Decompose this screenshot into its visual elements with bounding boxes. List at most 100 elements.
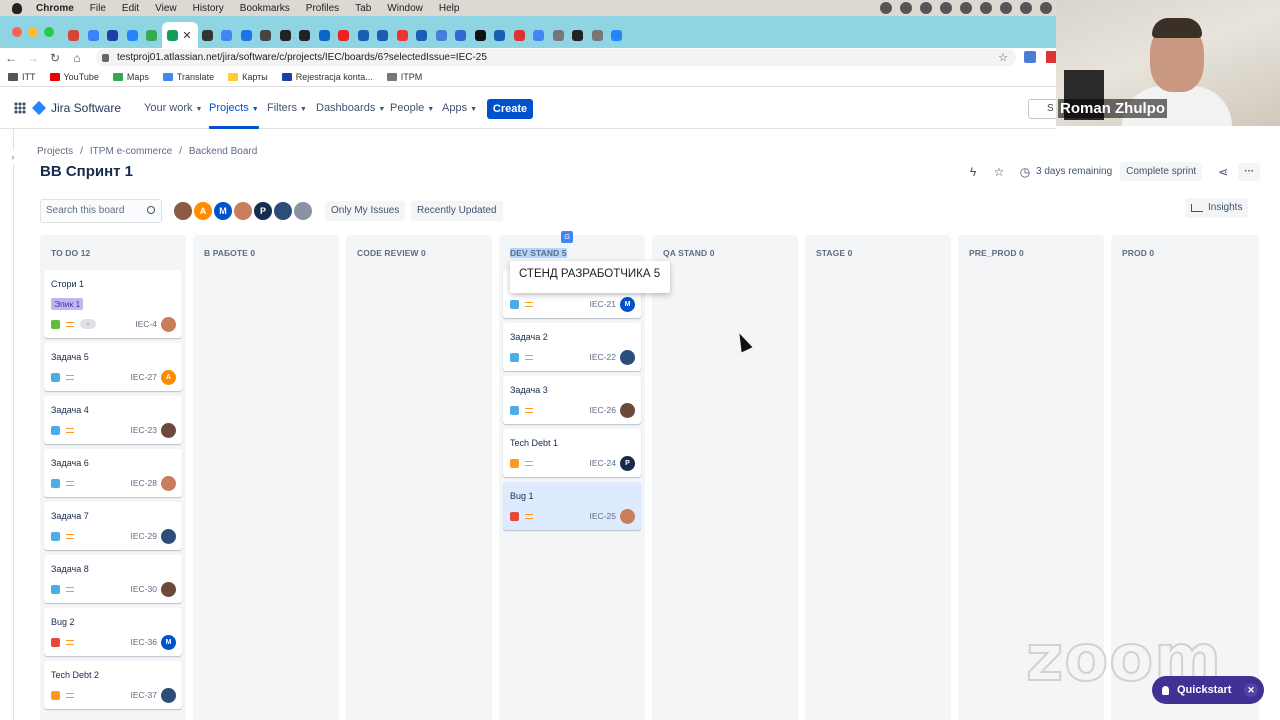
issue-key[interactable]: IEC-22 <box>590 352 616 362</box>
issue-key[interactable]: IEC-21 <box>590 299 616 309</box>
bookmark-item[interactable]: Translate <box>162 72 214 82</box>
browser-tab[interactable] <box>607 22 627 48</box>
browser-tab[interactable] <box>373 22 393 48</box>
column-header[interactable]: В РАБОТЕ 0 <box>204 248 255 258</box>
issue-card[interactable]: Tech Debt 1 IEC-24 P <box>503 429 641 477</box>
breadcrumb-project[interactable]: ITPM e-commerce <box>90 146 172 157</box>
assignee-avatar[interactable] <box>620 508 635 524</box>
menu-file[interactable]: File <box>90 3 106 14</box>
browser-tab[interactable] <box>217 22 237 48</box>
home-icon[interactable]: ⌂ <box>66 51 88 65</box>
issue-key[interactable]: IEC-24 <box>590 458 616 468</box>
expand-sidebar-icon[interactable]: › <box>6 150 20 164</box>
minimize-window-icon[interactable] <box>28 27 38 37</box>
issue-card[interactable]: Bug 2 IEC-36 M <box>44 608 182 656</box>
tray-icon[interactable] <box>940 2 952 14</box>
browser-tab[interactable] <box>295 22 315 48</box>
assignee-avatar[interactable]: M <box>161 634 176 650</box>
issue-card[interactable]: Задача 6 IEC-28 <box>44 449 182 497</box>
browser-tab[interactable] <box>568 22 588 48</box>
browser-tab[interactable] <box>276 22 296 48</box>
nav-people[interactable]: People ▼ <box>390 102 434 114</box>
apple-icon[interactable] <box>12 2 22 14</box>
translate-extension-icon[interactable] <box>1024 51 1036 63</box>
board-search-input[interactable]: Search this board <box>40 199 162 223</box>
nav-apps[interactable]: Apps ▼ <box>442 102 477 114</box>
issue-card[interactable]: Tech Debt 2 IEC-37 <box>44 661 182 709</box>
menu-view[interactable]: View <box>155 3 177 14</box>
menu-window[interactable]: Window <box>387 3 423 14</box>
column-header[interactable]: STAGE 0 <box>816 248 852 258</box>
assignee-avatar[interactable] <box>161 687 176 703</box>
tray-icon[interactable] <box>900 2 912 14</box>
menu-profiles[interactable]: Profiles <box>306 3 339 14</box>
browser-tab[interactable] <box>354 22 374 48</box>
issue-key[interactable]: IEC-25 <box>590 511 616 521</box>
column-header[interactable]: CODE REVIEW 0 <box>357 248 426 258</box>
browser-tab[interactable] <box>123 22 143 48</box>
browser-tab[interactable] <box>588 22 608 48</box>
translate-icon[interactable]: G <box>561 231 573 243</box>
bookmark-item[interactable]: Rejestracja konta... <box>281 72 373 82</box>
assignee-avatar[interactable] <box>620 349 635 365</box>
menu-history[interactable]: History <box>193 3 224 14</box>
assignee-avatar[interactable]: P <box>620 455 635 471</box>
issue-card[interactable]: Задача 3 IEC-26 <box>503 376 641 424</box>
browser-tab[interactable] <box>510 22 530 48</box>
recently-updated-button[interactable]: Recently Updated <box>411 201 503 221</box>
issue-key[interactable]: IEC-36 <box>131 637 157 647</box>
browser-tab[interactable] <box>64 22 84 48</box>
browser-tab[interactable] <box>198 22 218 48</box>
browser-tab[interactable] <box>471 22 491 48</box>
browser-tab[interactable] <box>393 22 413 48</box>
browser-tab[interactable] <box>529 22 549 48</box>
browser-tab[interactable] <box>237 22 257 48</box>
issue-card[interactable]: Bug 1 IEC-25 <box>503 482 641 530</box>
only-my-issues-button[interactable]: Only My Issues <box>325 201 406 221</box>
issue-key[interactable]: IEC-28 <box>131 478 157 488</box>
quickstart-button[interactable]: Quickstart ✕ <box>1152 676 1264 704</box>
assignee-avatar[interactable] <box>620 402 635 418</box>
issue-card[interactable]: Задача 2 IEC-22 <box>503 323 641 371</box>
tray-icon[interactable] <box>1040 2 1052 14</box>
tray-icon[interactable] <box>920 2 932 14</box>
issue-key[interactable]: IEC-30 <box>131 584 157 594</box>
share-icon[interactable]: ⋖ <box>1216 165 1230 179</box>
assignee-avatar[interactable] <box>161 316 176 332</box>
reload-icon[interactable]: ↻ <box>44 51 66 65</box>
address-bar[interactable]: testproj01.atlassian.net/jira/software/c… <box>96 49 1016 66</box>
tray-icon[interactable] <box>980 2 992 14</box>
issue-card[interactable]: Задача 5 IEC-27 A <box>44 343 182 391</box>
app-switcher-icon[interactable] <box>14 102 26 114</box>
issue-key[interactable]: IEC-27 <box>131 372 157 382</box>
breadcrumb-board[interactable]: Backend Board <box>189 146 257 157</box>
issue-key[interactable]: IEC-37 <box>131 690 157 700</box>
avatar[interactable] <box>172 200 194 222</box>
browser-tab[interactable] <box>490 22 510 48</box>
assignee-avatar[interactable]: M <box>620 296 635 312</box>
assignee-avatar[interactable] <box>161 422 176 438</box>
avatar[interactable] <box>272 200 294 222</box>
avatar[interactable]: A <box>192 200 214 222</box>
nav-your-work[interactable]: Your work ▼ <box>144 102 202 114</box>
tray-icon[interactable] <box>1020 2 1032 14</box>
close-tab-icon[interactable]: ✕ <box>182 29 191 42</box>
nav-filters[interactable]: Filters ▼ <box>267 102 307 114</box>
close-icon[interactable]: ✕ <box>1244 683 1258 697</box>
assignee-avatar[interactable] <box>161 581 176 597</box>
column-header[interactable]: DEV STAND 5 <box>510 248 567 258</box>
bookmark-star-icon[interactable]: ☆ <box>998 51 1008 64</box>
tray-icon[interactable] <box>960 2 972 14</box>
issue-card[interactable]: Задача 4 IEC-23 <box>44 396 182 444</box>
column-header[interactable]: TO DO 12 <box>51 248 90 258</box>
breadcrumb-projects[interactable]: Projects <box>37 146 73 157</box>
bookmark-item[interactable]: YouTube <box>49 72 99 82</box>
avatar[interactable] <box>232 200 254 222</box>
nav-projects[interactable]: Projects ▼ <box>209 102 259 129</box>
create-button[interactable]: Create <box>487 99 533 119</box>
issue-card[interactable]: Стори 1 Эпик 1 - IEC-4 <box>44 270 182 338</box>
browser-tab-active[interactable]: ✕ <box>161 22 198 48</box>
more-actions-button[interactable]: ··· <box>1238 162 1261 181</box>
jira-logo[interactable]: Jira Software <box>31 100 121 116</box>
nav-dashboards[interactable]: Dashboards ▼ <box>316 102 385 114</box>
